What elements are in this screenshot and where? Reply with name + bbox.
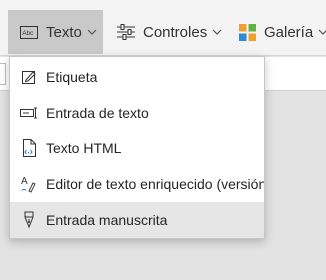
chevron-down-icon xyxy=(87,29,97,35)
label-edit-icon xyxy=(22,71,36,84)
rich-text-icon: A xyxy=(21,176,36,193)
menu-item-label: Entrada de texto xyxy=(46,105,149,121)
menu-item-label: Texto HTML xyxy=(46,140,122,156)
galeria-label: Galería xyxy=(264,23,314,41)
texto-label: Texto xyxy=(46,23,82,41)
pen-input-icon xyxy=(24,211,34,229)
controles-label: Controles xyxy=(143,23,208,41)
controles-menu-button[interactable]: Controles xyxy=(117,10,227,54)
menu-item-label: Entrada manuscrita xyxy=(46,212,168,228)
svg-text:A: A xyxy=(21,176,28,187)
menu-item-label: Editor de texto enriquecido (versión xyxy=(46,176,265,192)
texto-menu-button[interactable]: Abc Texto xyxy=(8,10,103,54)
chevron-down-icon xyxy=(318,29,326,35)
menu-item-entrada-manuscrita[interactable]: Entrada manuscrita xyxy=(10,202,264,238)
text-abc-icon: Abc xyxy=(20,25,38,39)
gallery-grid-icon xyxy=(239,23,256,41)
menu-item-editor-texto-enriquecido[interactable]: A Editor de texto enriquecido (versión xyxy=(10,166,264,202)
text-input-icon xyxy=(20,107,37,119)
sliders-icon xyxy=(117,24,135,40)
menu-item-etiqueta[interactable]: Etiqueta xyxy=(10,59,264,95)
property-dropdown-edge[interactable] xyxy=(0,63,6,85)
menu-item-entrada-de-texto[interactable]: Entrada de texto xyxy=(10,95,264,131)
galeria-menu-button[interactable]: Galería xyxy=(239,10,326,54)
chevron-down-icon xyxy=(212,29,222,35)
ribbon-toolbar: Abc Texto Controles Galería xyxy=(0,0,326,56)
svg-text:Abc: Abc xyxy=(22,30,34,37)
html-document-icon xyxy=(23,139,36,157)
texto-dropdown-menu: Etiqueta Entrada de texto Texto HTML A E… xyxy=(9,56,265,239)
menu-item-label: Etiqueta xyxy=(46,69,98,85)
menu-item-texto-html[interactable]: Texto HTML xyxy=(10,130,264,166)
